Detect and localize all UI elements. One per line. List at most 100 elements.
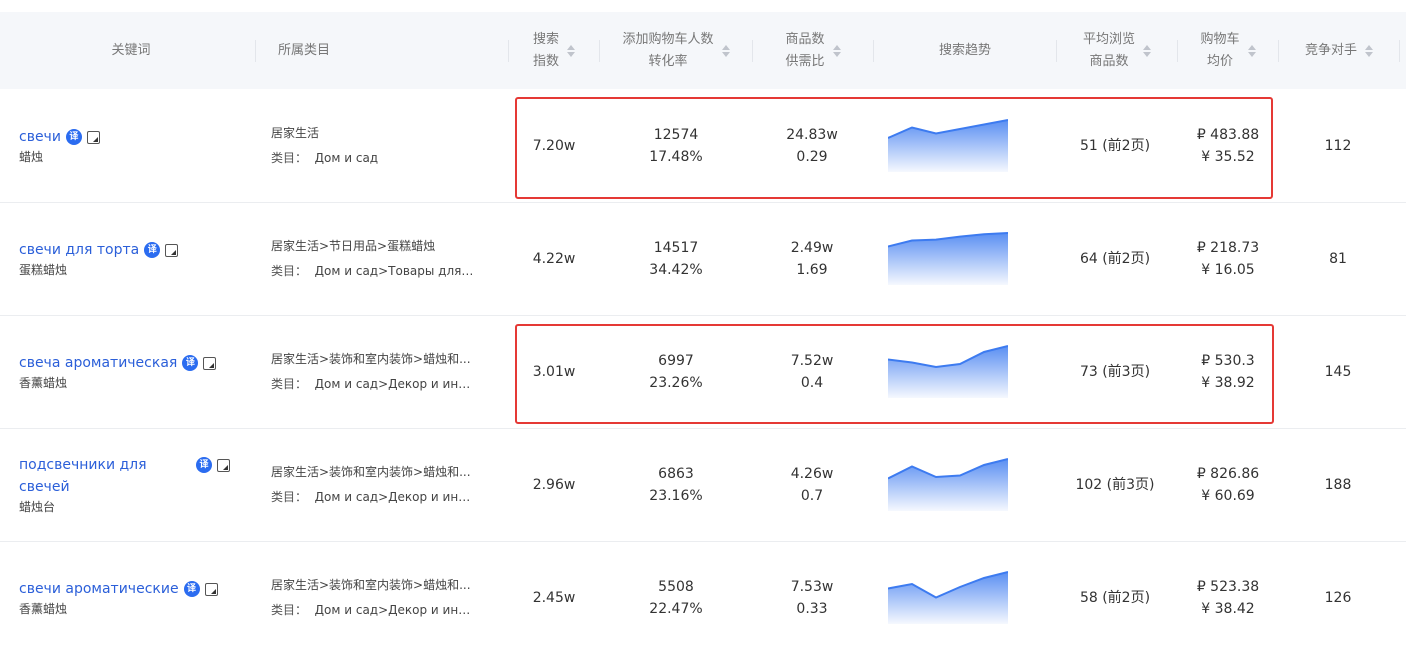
table-row[interactable]: свечи для торта 译 蛋糕蜡烛 居家生活>节日用品>蛋糕蜡烛 类目… bbox=[0, 203, 1406, 316]
category-cell: 居家生活>装饰和室内装饰>蜡烛和... 类目： Дом и сад>Декор … bbox=[271, 316, 481, 428]
table-row[interactable]: свеча ароматическая 译 香薰蜡烛 居家生活>装饰和室内装饰>… bbox=[0, 316, 1406, 429]
keyword-cell: подсвечники для свечей 译 蜡烛台 bbox=[19, 429, 254, 541]
avg-browse-cell: 73 (前3页) bbox=[1057, 316, 1173, 428]
header-supply-ratio[interactable]: 商品数 供需比 bbox=[753, 12, 873, 89]
keyword-link[interactable]: свеча ароматическая bbox=[19, 355, 177, 371]
table-row[interactable]: подсвечники для свечей 译 蜡烛台 居家生活>装饰和室内装… bbox=[0, 429, 1406, 542]
category-label: 类目： bbox=[271, 264, 308, 278]
supply-ratio-cell: 24.83w 0.29 bbox=[753, 90, 871, 202]
keyword-table: 关键词 所属类目 搜索 指数 添加购物车人数 转化率 商品数 供需比 搜索趋势 平均浏… bbox=[0, 0, 1406, 646]
open-link-icon[interactable] bbox=[165, 244, 179, 257]
keyword-translation: 香薰蜡烛 bbox=[19, 602, 68, 616]
sort-icon[interactable] bbox=[1247, 44, 1256, 57]
open-link-icon[interactable] bbox=[217, 459, 230, 472]
open-link-icon[interactable] bbox=[204, 583, 218, 596]
category-path: 居家生活>装饰和室内装饰>蜡烛和... bbox=[271, 578, 471, 592]
translate-icon[interactable]: 译 bbox=[183, 581, 200, 597]
category-label: 类目： bbox=[271, 151, 308, 165]
supply-ratio-cell: 7.53w 0.33 bbox=[753, 542, 871, 646]
header-cart-conversion[interactable]: 添加购物车人数 转化率 bbox=[600, 12, 752, 89]
category-cell: 居家生活 类目： Дом и сад bbox=[271, 90, 481, 202]
keyword-link[interactable]: свечи bbox=[19, 129, 61, 145]
keyword-translation: 蛋糕蜡烛 bbox=[19, 263, 68, 277]
category-path: 居家生活 bbox=[271, 126, 320, 140]
competitors-cell: 145 bbox=[1279, 316, 1397, 428]
trend-area bbox=[888, 346, 1008, 398]
category-label: 类目： bbox=[271, 490, 308, 504]
translate-icon[interactable]: 译 bbox=[182, 355, 199, 371]
goods-count-value: 7.52w bbox=[790, 353, 834, 369]
avg-browse-cell: 64 (前2页) bbox=[1057, 203, 1173, 315]
trend-sparkline[interactable] bbox=[887, 225, 1009, 289]
trend-sparkline[interactable] bbox=[887, 112, 1009, 176]
search-index-value: 2.96w bbox=[532, 477, 576, 493]
conversion-value: 23.16% bbox=[649, 488, 703, 504]
cart-price-cell: ₽ 826.86 ¥ 60.69 bbox=[1178, 429, 1278, 541]
conversion-value: 17.48% bbox=[649, 149, 703, 165]
price-rub-value: ₽ 826.86 bbox=[1196, 466, 1260, 482]
keyword-link[interactable]: свечи ароматические bbox=[19, 581, 179, 597]
competitors-value: 188 bbox=[1324, 477, 1352, 493]
avg-browse-value: 102 (前3页) bbox=[1075, 477, 1155, 493]
category-cell: 居家生活>节日用品>蛋糕蜡烛 类目： Дом и сад>Товары для … bbox=[271, 203, 481, 315]
keyword-cell: свечи 译 蜡烛 bbox=[19, 90, 254, 202]
search-index-value: 4.22w bbox=[532, 251, 576, 267]
header-avg-browse[interactable]: 平均浏览 商品数 bbox=[1057, 12, 1177, 89]
search-index-value: 3.01w bbox=[532, 364, 576, 380]
header-search-index[interactable]: 搜索 指数 bbox=[509, 12, 599, 89]
sort-icon[interactable] bbox=[721, 44, 730, 57]
header-cart-price[interactable]: 购物车 均价 bbox=[1178, 12, 1278, 89]
header-competitors[interactable]: 竞争对手 bbox=[1279, 12, 1399, 89]
keyword-link[interactable]: свечи для торта bbox=[19, 242, 139, 258]
supply-demand-value: 0.33 bbox=[796, 601, 828, 617]
sort-icon[interactable] bbox=[832, 44, 841, 57]
cart-conversion-cell: 12574 17.48% bbox=[600, 90, 752, 202]
sort-icon[interactable] bbox=[1365, 44, 1373, 57]
keyword-cell: свеча ароматическая 译 香薰蜡烛 bbox=[19, 316, 254, 428]
cart-conversion-cell: 5508 22.47% bbox=[600, 542, 752, 646]
sort-icon[interactable] bbox=[567, 44, 575, 57]
keyword-cell: свечи для торта 译 蛋糕蜡烛 bbox=[19, 203, 254, 315]
keyword-link[interactable]: подсвечники для bbox=[19, 457, 147, 473]
competitors-value: 145 bbox=[1324, 364, 1352, 380]
cart-price-cell: ₽ 218.73 ¥ 16.05 bbox=[1178, 203, 1278, 315]
trend-sparkline[interactable] bbox=[887, 451, 1009, 515]
sort-icon[interactable] bbox=[1143, 44, 1151, 57]
cart-users-value: 5508 bbox=[658, 579, 694, 595]
trend-area bbox=[888, 120, 1008, 172]
competitors-cell: 188 bbox=[1279, 429, 1397, 541]
table-row[interactable]: свечи 译 蜡烛 居家生活 类目： Дом и сад 7.20w 1257… bbox=[0, 90, 1406, 203]
trend-sparkline[interactable] bbox=[887, 564, 1009, 628]
price-cny-value: ¥ 35.52 bbox=[1201, 149, 1255, 165]
competitors-cell: 126 bbox=[1279, 542, 1397, 646]
cart-price-cell: ₽ 530.3 ¥ 38.92 bbox=[1178, 316, 1278, 428]
supply-ratio-cell: 4.26w 0.7 bbox=[753, 429, 871, 541]
price-cny-value: ¥ 38.92 bbox=[1201, 375, 1255, 391]
supply-demand-value: 0.4 bbox=[800, 375, 824, 391]
header-category: 所属类目 bbox=[278, 42, 331, 58]
conversion-value: 23.26% bbox=[649, 375, 703, 391]
price-rub-value: ₽ 483.88 bbox=[1196, 127, 1260, 143]
category-path: 居家生活>装饰和室内装饰>蜡烛和... bbox=[271, 465, 471, 479]
avg-browse-value: 58 (前2页) bbox=[1079, 590, 1151, 606]
competitors-value: 81 bbox=[1329, 251, 1347, 267]
keyword-cell: свечи ароматические 译 香薰蜡烛 bbox=[19, 542, 254, 646]
translate-icon[interactable]: 译 bbox=[65, 129, 82, 145]
keyword-translation: 蜡烛台 bbox=[19, 500, 56, 514]
category-ru: Дом и сад>Товары для п... bbox=[314, 264, 476, 278]
search-index-value: 7.20w bbox=[532, 138, 576, 154]
open-link-icon[interactable] bbox=[203, 357, 217, 370]
table-row[interactable]: свечи ароматические 译 香薰蜡烛 居家生活>装饰和室内装饰>… bbox=[0, 542, 1406, 646]
price-rub-value: ₽ 523.38 bbox=[1196, 579, 1260, 595]
goods-count-value: 4.26w bbox=[790, 466, 834, 482]
supply-demand-value: 0.29 bbox=[796, 149, 828, 165]
translate-icon[interactable]: 译 bbox=[196, 457, 212, 473]
category-ru: Дом и сад bbox=[314, 151, 379, 165]
header-divider bbox=[255, 40, 256, 62]
trend-sparkline[interactable] bbox=[887, 338, 1009, 402]
keyword-link-cont[interactable]: свечей bbox=[19, 479, 70, 495]
avg-browse-cell: 102 (前3页) bbox=[1057, 429, 1173, 541]
translate-icon[interactable]: 译 bbox=[144, 242, 161, 258]
category-cell: 居家生活>装饰和室内装饰>蜡烛和... 类目： Дом и сад>Декор … bbox=[271, 542, 481, 646]
open-link-icon[interactable] bbox=[86, 131, 100, 144]
